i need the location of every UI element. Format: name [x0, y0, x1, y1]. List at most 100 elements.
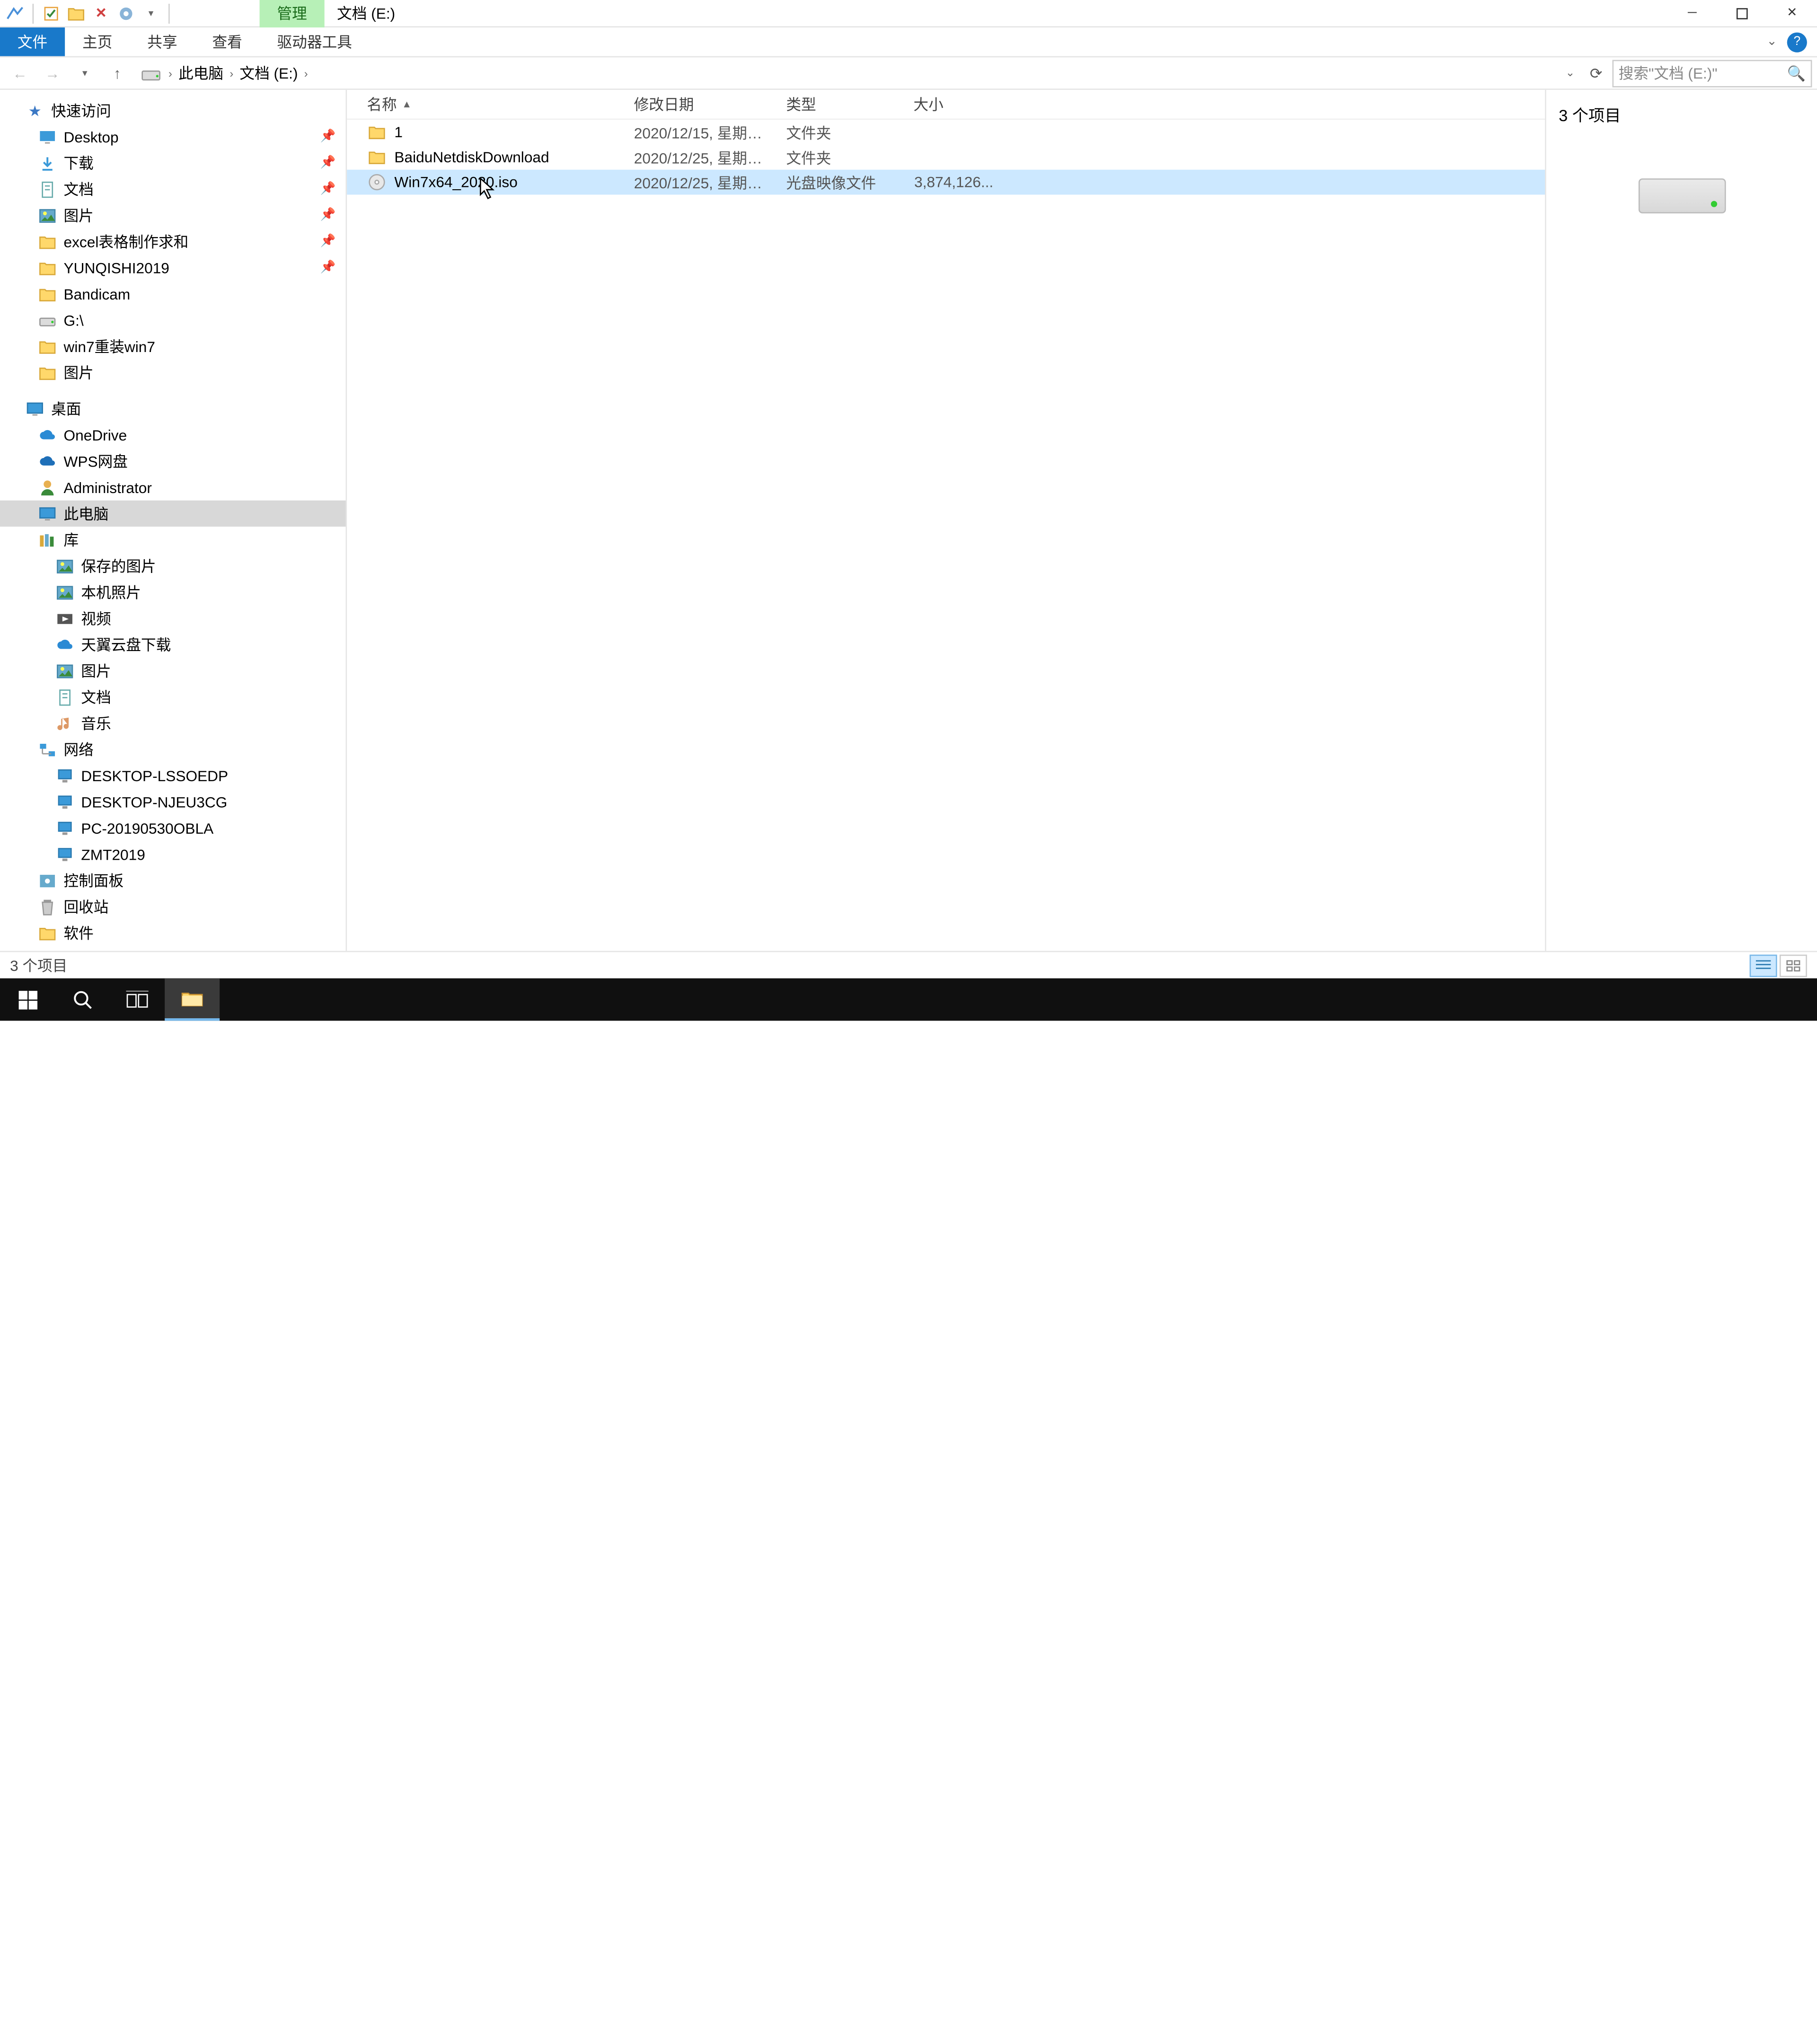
file-row[interactable]: BaiduNetdiskDownload2020/12/25, 星期五 1...… [347, 145, 1545, 170]
ribbon-expand-icon[interactable]: ⌄ [1766, 35, 1777, 49]
folder-icon[interactable] [66, 3, 86, 23]
search-input[interactable]: 搜索"文档 (E:)" 🔍 [1612, 59, 1812, 87]
view-details-button[interactable] [1750, 954, 1777, 976]
pc-net-icon [55, 818, 75, 838]
sidebar-item-pc-20190530obla[interactable]: PC-20190530OBLA [0, 815, 346, 841]
close-button[interactable]: ✕ [1767, 0, 1817, 27]
nav-back-button[interactable]: ← [5, 59, 35, 87]
sidebar-item-desktop-lssoedp[interactable]: DESKTOP-LSSOEDP [0, 762, 346, 788]
search-button[interactable] [55, 978, 110, 1021]
sidebar-item--[interactable]: 图片 [0, 360, 346, 386]
file-rows[interactable]: 12020/12/15, 星期二 1...文件夹BaiduNetdiskDown… [347, 120, 1545, 951]
sidebar-item-desktop[interactable]: Desktop📌 [0, 123, 346, 150]
sidebar-item-wps-[interactable]: WPS网盘 [0, 448, 346, 474]
nav-forward-button[interactable]: → [37, 59, 67, 87]
sidebar-item-administrator[interactable]: Administrator [0, 474, 346, 500]
task-view-button[interactable] [110, 978, 165, 1021]
sidebar-item-excel-[interactable]: excel表格制作求和📌 [0, 229, 346, 255]
ribbon-tab-view[interactable]: 查看 [195, 27, 260, 56]
sidebar-item--[interactable]: 图片📌 [0, 202, 346, 228]
ribbon-tab-drive-tools[interactable]: 驱动器工具 [260, 27, 370, 56]
sidebar-item-onedrive[interactable]: OneDrive [0, 422, 346, 448]
pic-icon [37, 205, 57, 225]
sidebar-item--[interactable]: 文档 [0, 684, 346, 710]
help-icon[interactable]: ? [1787, 32, 1807, 52]
address-bar: ← → ▾ ↑ › 此电脑 › 文档 (E:) › ⌄ ⟳ 搜索"文档 (E:)… [0, 57, 1817, 90]
contextual-tab[interactable]: 管理 [260, 0, 325, 27]
status-text: 3 个项目 [10, 955, 67, 976]
cloud-icon [55, 634, 75, 654]
window-title: 文档 (E:) [325, 2, 408, 24]
file-row[interactable]: 12020/12/15, 星期二 1...文件夹 [347, 120, 1545, 145]
file-date: 2020/12/15, 星期二 1... [624, 122, 776, 143]
sidebar-item--[interactable]: 控制面板 [0, 867, 346, 893]
sidebar-item-yunqishi2019[interactable]: YUNQISHI2019📌 [0, 255, 346, 281]
sidebar-item--[interactable]: 文档📌 [0, 176, 346, 202]
qat-checkbox-icon[interactable] [41, 3, 61, 23]
start-button[interactable] [0, 978, 55, 1021]
column-header-size[interactable]: 大小 [903, 94, 1003, 115]
sidebar-item--[interactable]: 文件 [0, 946, 346, 951]
settings-icon[interactable] [116, 3, 136, 23]
sidebar-item--[interactable]: 库 [0, 527, 346, 553]
sidebar-item--[interactable]: 网络 [0, 736, 346, 762]
search-placeholder: 搜索"文档 (E:)" [1619, 62, 1718, 84]
file-type: 文件夹 [776, 147, 903, 168]
sidebar-item--[interactable]: 下载📌 [0, 150, 346, 176]
sidebar-item--[interactable]: 软件 [0, 920, 346, 946]
quick-access-toolbar: ✕ ▾ [0, 3, 172, 23]
chevron-right-icon[interactable]: › [227, 67, 236, 79]
sidebar-item-g-[interactable]: G:\ [0, 307, 346, 333]
user-icon [37, 477, 57, 497]
taskbar[interactable]: ⌃ 中 16:32 2020/12/25, 星期五 3 [0, 978, 1817, 1021]
ribbon-tab-home[interactable]: 主页 [65, 27, 130, 56]
folder-icon [37, 923, 57, 943]
pc-net-icon [55, 844, 75, 864]
sidebar-item--[interactable]: 音乐 [0, 710, 346, 736]
quick-access-root[interactable]: ★ 快速访问 [0, 97, 346, 123]
breadcrumb-segment[interactable]: 此电脑 [175, 62, 227, 84]
folder-icon [37, 949, 57, 951]
delete-icon[interactable]: ✕ [91, 3, 111, 23]
lib-icon [37, 530, 57, 550]
column-header-date[interactable]: 修改日期 [624, 94, 776, 115]
folder-icon [367, 147, 387, 167]
chevron-right-icon[interactable]: › [166, 67, 175, 79]
app-icon[interactable] [5, 3, 25, 23]
taskbar-explorer-button[interactable] [165, 978, 220, 1021]
file-row[interactable]: Win7x64_2020.iso2020/12/25, 星期五 1...光盘映像… [347, 170, 1545, 195]
refresh-button[interactable]: ⟳ [1582, 59, 1610, 87]
address-dropdown-icon[interactable]: ⌄ [1561, 66, 1580, 80]
sidebar-item-zmt2019[interactable]: ZMT2019 [0, 841, 346, 867]
sidebar-item-win7-win7[interactable]: win7重装win7 [0, 333, 346, 359]
sidebar-item-bandicam[interactable]: Bandicam [0, 281, 346, 307]
ribbon-tab-file[interactable]: 文件 [0, 27, 65, 56]
ribbon-tab-share[interactable]: 共享 [130, 27, 194, 56]
desktop-icon [37, 127, 57, 147]
search-icon[interactable]: 🔍 [1787, 64, 1806, 82]
net-icon [37, 740, 57, 759]
nav-recent-dropdown[interactable]: ▾ [70, 59, 100, 87]
nav-up-button[interactable]: ↑ [102, 59, 132, 87]
sidebar-item--[interactable]: 天翼云盘下载 [0, 632, 346, 658]
minimize-button[interactable]: ─ [1667, 0, 1717, 27]
sidebar-item-desktop-njeu3cg[interactable]: DESKTOP-NJEU3CG [0, 789, 346, 815]
sidebar-item--[interactable]: 视频 [0, 605, 346, 631]
sidebar-item--[interactable]: 图片 [0, 658, 346, 684]
column-header-name[interactable]: 名称▲ [347, 94, 624, 115]
desktop-root[interactable]: 桌面 [0, 396, 346, 422]
view-icons-button[interactable] [1780, 954, 1807, 976]
sidebar-item--[interactable]: 此电脑 [0, 501, 346, 527]
file-name: Win7x64_2020.iso [394, 174, 517, 191]
maximize-button[interactable] [1717, 0, 1767, 27]
sidebar-item--[interactable]: 本机照片 [0, 579, 346, 605]
navigation-pane[interactable]: ★ 快速访问 Desktop📌下载📌文档📌图片📌excel表格制作求和📌YUNQ… [0, 90, 347, 951]
column-header-type[interactable]: 类型 [776, 94, 903, 115]
breadcrumb-segment[interactable]: 文档 (E:) [236, 62, 302, 84]
cloud-blue-icon [37, 451, 57, 471]
sidebar-item--[interactable]: 保存的图片 [0, 553, 346, 579]
qat-dropdown-icon[interactable]: ▾ [141, 3, 161, 23]
address-path[interactable]: › 此电脑 › 文档 (E:) › [135, 59, 1558, 87]
sidebar-item--[interactable]: 回收站 [0, 893, 346, 919]
chevron-right-icon[interactable]: › [301, 67, 310, 79]
